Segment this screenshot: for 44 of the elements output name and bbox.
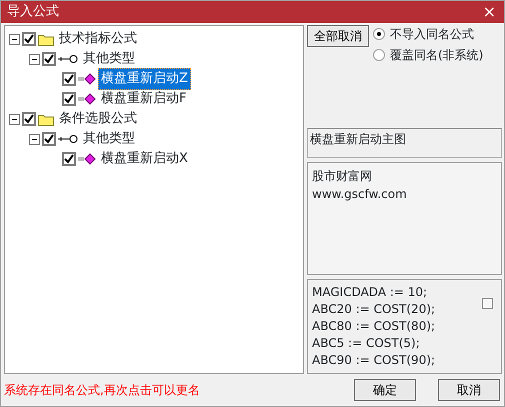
radio-button[interactable] [373, 28, 385, 40]
tree-item[interactable]: 横盘重新启动F [98, 88, 190, 110]
diamond-icon [78, 93, 96, 105]
code-line: ABC80 := COST(80); [312, 318, 436, 336]
code-line: MAGICDADA := 10; [312, 284, 428, 302]
description-line: www.gscfw.com [312, 186, 408, 204]
tree-item[interactable]: 横盘重新启动X [98, 148, 191, 170]
option-label: 覆盖同名(非系统) [390, 47, 484, 64]
code-line: ABC5 := COST(5); [312, 335, 421, 352]
tree-item[interactable]: 其他类型 [80, 128, 138, 150]
collapse-icon[interactable] [29, 54, 40, 64]
checkbox[interactable] [42, 52, 56, 66]
tree-item[interactable]: 其他类型 [80, 48, 138, 70]
key-icon [58, 54, 78, 64]
collapse-icon[interactable] [29, 134, 40, 144]
status-message: 系统存在同名公式,再次点击可以更名 [4, 382, 200, 399]
cancel-all-button[interactable]: 全部取消 [307, 25, 369, 47]
close-button[interactable]: × [480, 4, 498, 20]
formula-name-field: 横盘重新启动主图 [307, 128, 502, 158]
code-line: ABC20 := COST(20); [312, 301, 436, 318]
folder-icon [38, 32, 54, 46]
checkbox[interactable] [482, 298, 493, 310]
checkbox[interactable] [62, 152, 76, 166]
window-title: 导入公式 [7, 3, 59, 22]
tree-item[interactable]: 技术指标公式 [56, 28, 140, 50]
collapse-icon[interactable] [9, 34, 20, 44]
checkbox[interactable] [22, 32, 36, 46]
option-label: 不导入同名公式 [390, 26, 474, 43]
tree-item[interactable]: 条件选股公式 [56, 108, 140, 130]
collapse-icon[interactable] [9, 114, 20, 124]
description-line: 股市财富网 [312, 168, 373, 186]
diamond-icon [78, 73, 96, 85]
checkbox[interactable] [62, 72, 76, 86]
key-icon [58, 134, 78, 144]
checkbox[interactable] [62, 92, 76, 106]
code-line: ABC90 := COST(90); [312, 352, 436, 370]
tree-item[interactable]: 横盘重新启动Z [98, 68, 191, 90]
diamond-icon [78, 153, 96, 165]
dialog-button[interactable]: 取消 [438, 379, 500, 401]
dialog-button[interactable]: 确定 [354, 379, 416, 401]
checkbox[interactable] [22, 112, 36, 126]
folder-icon [38, 112, 54, 126]
checkbox[interactable] [42, 132, 56, 146]
radio-button[interactable] [373, 49, 385, 61]
